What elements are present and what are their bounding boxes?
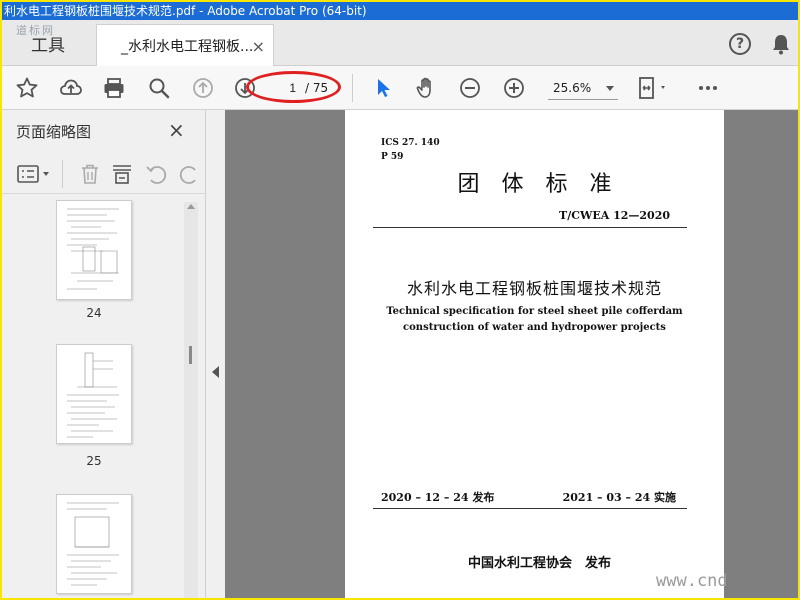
- panel-close-icon[interactable]: ×: [168, 118, 185, 142]
- chinese-title: 水利水电工程钢板桩围堰技术规范: [406, 279, 662, 298]
- watermark-top: 道标网: [16, 24, 55, 37]
- standard-type-title: 团体标准: [457, 172, 634, 197]
- thumbnail-page-24[interactable]: [56, 200, 132, 300]
- thumbnail-list: 24 25: [2, 196, 192, 598]
- thumbnail-label: 25: [86, 454, 102, 468]
- print-icon[interactable]: [101, 75, 127, 101]
- page-up-icon[interactable]: [190, 75, 216, 101]
- tab-row: 工具 道标网 _水利水电工程钢板... × ?: [2, 20, 798, 67]
- main-toolbar: / 75 25.6%: [2, 66, 798, 110]
- panel-title: 页面缩略图: [16, 123, 92, 141]
- watermark-bottom: www.cnd: [656, 571, 728, 591]
- help-icon[interactable]: ?: [729, 33, 751, 55]
- delete-icon[interactable]: [78, 162, 102, 186]
- bookmark-star-icon[interactable]: [14, 75, 40, 101]
- app-window: 利水电工程钢板桩围堰技术规范.pdf - Adobe Acrobat Pro (…: [2, 2, 798, 598]
- publish-date: 2020 – 12 – 24 发布: [381, 491, 495, 504]
- thumbnail-page-26[interactable]: [56, 494, 132, 594]
- divider-line: [373, 508, 687, 509]
- pdf-page: ICS 27. 140 P 59 团体标准 T/CWEA 12—2020 水利水…: [345, 110, 724, 598]
- classification-code: P 59: [381, 152, 404, 162]
- rotate-left-icon[interactable]: [144, 162, 168, 186]
- toolbar-divider: [352, 74, 353, 102]
- panel-toolbar: [2, 154, 206, 194]
- window-title: 利水电工程钢板桩围堰技术规范.pdf - Adobe Acrobat Pro (…: [2, 2, 798, 20]
- chevron-left-icon: [212, 366, 219, 378]
- select-cursor-icon[interactable]: [370, 75, 396, 101]
- scroll-thumb[interactable]: [189, 346, 192, 364]
- english-title-line2: construction of water and hydropower pro…: [403, 322, 666, 333]
- english-title-line1: Technical specification for steel sheet …: [386, 306, 683, 317]
- tab-document[interactable]: _水利水电工程钢板... ×: [96, 24, 274, 67]
- insert-page-icon[interactable]: [110, 162, 134, 186]
- zoom-out-icon[interactable]: [457, 75, 483, 101]
- zoom-select[interactable]: 25.6%: [548, 76, 618, 100]
- rotate-right-icon[interactable]: [178, 162, 202, 186]
- thumbnail-label: 24: [86, 306, 102, 320]
- more-options-icon[interactable]: [695, 75, 721, 101]
- hand-tool-icon[interactable]: [413, 75, 439, 101]
- implement-date: 2021 – 03 – 24 实施: [562, 491, 676, 504]
- zoom-in-icon[interactable]: [501, 75, 527, 101]
- divider-line: [373, 227, 687, 228]
- page-fit-icon[interactable]: [637, 75, 671, 101]
- cloud-upload-icon[interactable]: [58, 75, 84, 101]
- tab-document-label: _水利水电工程钢板...: [121, 39, 254, 55]
- panel-scrollbar[interactable]: [184, 202, 198, 598]
- tab-close-icon[interactable]: ×: [252, 37, 265, 56]
- panel-collapse-button[interactable]: [207, 110, 225, 598]
- document-view[interactable]: ICS 27. 140 P 59 团体标准 T/CWEA 12—2020 水利水…: [207, 110, 798, 598]
- thumbnail-panel: 页面缩略图 × 24 25: [2, 110, 206, 598]
- thumbnail-page-25[interactable]: [56, 344, 132, 444]
- bell-icon[interactable]: [771, 33, 791, 55]
- standard-number: T/CWEA 12—2020: [559, 209, 670, 222]
- thumbnail-options-icon[interactable]: [16, 162, 54, 186]
- zoom-value: 25.6%: [553, 81, 592, 95]
- panel-divider: [62, 160, 63, 188]
- highlight-ellipse: [246, 71, 341, 103]
- publisher: 中国水利工程协会 发布: [467, 556, 611, 571]
- ics-code: ICS 27. 140: [381, 138, 440, 148]
- scroll-up-icon[interactable]: [187, 204, 195, 209]
- search-icon[interactable]: [146, 75, 172, 101]
- chevron-down-icon: [606, 86, 614, 91]
